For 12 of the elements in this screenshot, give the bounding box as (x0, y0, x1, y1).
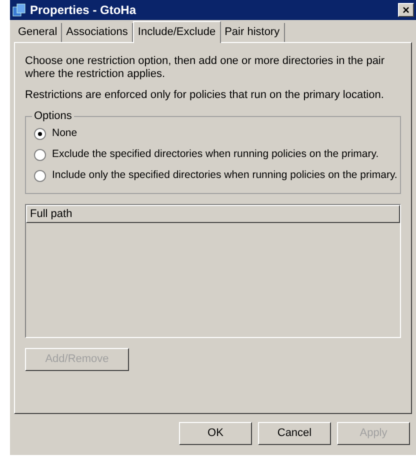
radio-label: Exclude the specified directories when running policies on the primary. (52, 148, 379, 161)
dialog-button[interactable]: OK (179, 422, 252, 445)
radio-label: Include only the specified directories when running policies on the primary. (52, 169, 398, 182)
column-header[interactable]: Full path (26, 205, 400, 223)
description-text: Restrictions are enforced only for policies that run on the primary location. (25, 89, 385, 102)
window-title: Properties - GtoHa (30, 2, 138, 19)
close-button[interactable]: × (398, 3, 414, 17)
radio-label: None (52, 127, 78, 140)
description-text: Choose one restriction option, then add one or more directories in the pair where the restriction applies. (25, 55, 386, 81)
group-title: Options (32, 110, 74, 123)
dialog-button[interactable]: Cancel (258, 422, 331, 445)
tab[interactable]: Include/Exclude (132, 21, 221, 43)
